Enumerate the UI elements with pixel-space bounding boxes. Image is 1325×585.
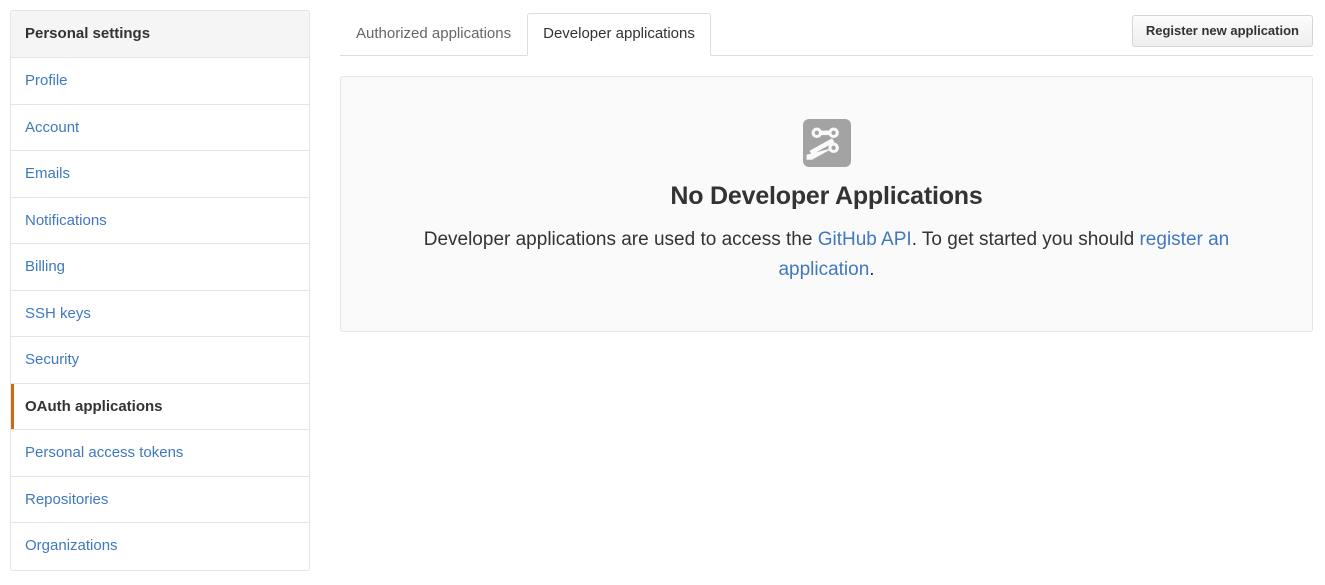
blankslate-title: No Developer Applications bbox=[670, 182, 983, 210]
register-new-application-button[interactable]: Register new application bbox=[1131, 15, 1313, 47]
personal-settings-sidebar: Personal settings Profile Account Emails No… bbox=[10, 10, 310, 571]
github-api-link[interactable]: GitHub API bbox=[818, 229, 912, 250]
tab-navigation: Authorized applications Developer applica… bbox=[340, 8, 1313, 56]
sidebar-item-notifications[interactable]: Notifications bbox=[11, 198, 309, 244]
sidebar-item-emails[interactable]: Emails bbox=[11, 151, 309, 198]
sidebar-item-billing[interactable]: Billing bbox=[11, 244, 309, 291]
blankslate-panel: No Developer Applications Developer appl… bbox=[340, 76, 1313, 332]
circuit-board-icon bbox=[802, 119, 851, 167]
blankslate-text-3: . bbox=[869, 259, 875, 280]
sidebar-item-repositories[interactable]: Repositories bbox=[11, 477, 309, 523]
sidebar-item-security[interactable]: Security bbox=[11, 337, 309, 384]
settings-page: Personal settings Profile Account Emails No… bbox=[0, 0, 1325, 585]
blankslate-text-1: Developer applications are used to acces… bbox=[423, 229, 818, 250]
tab-developer-applications[interactable]: Developer applications bbox=[527, 13, 711, 56]
sidebar-item-ssh-keys[interactable]: SSH keys bbox=[11, 291, 309, 337]
sidebar-item-profile[interactable]: Profile bbox=[11, 58, 309, 105]
sidebar-item-oauth-applications[interactable]: OAuth applications bbox=[11, 383, 309, 430]
tab-authorized-applications[interactable]: Authorized applications bbox=[340, 13, 527, 56]
sidebar-header: Personal settings bbox=[11, 11, 309, 58]
blankslate-description: Developer applications are used to acces… bbox=[417, 225, 1237, 285]
sidebar-item-account[interactable]: Account bbox=[11, 105, 309, 151]
sidebar-item-organizations[interactable]: Organizations bbox=[11, 523, 309, 570]
sidebar-item-personal-access-tokens[interactable]: Personal access tokens bbox=[11, 430, 309, 477]
blankslate-text-2: . To get started you should bbox=[911, 229, 1140, 250]
content-column: Authorized applications Developer applica… bbox=[340, 8, 1313, 332]
